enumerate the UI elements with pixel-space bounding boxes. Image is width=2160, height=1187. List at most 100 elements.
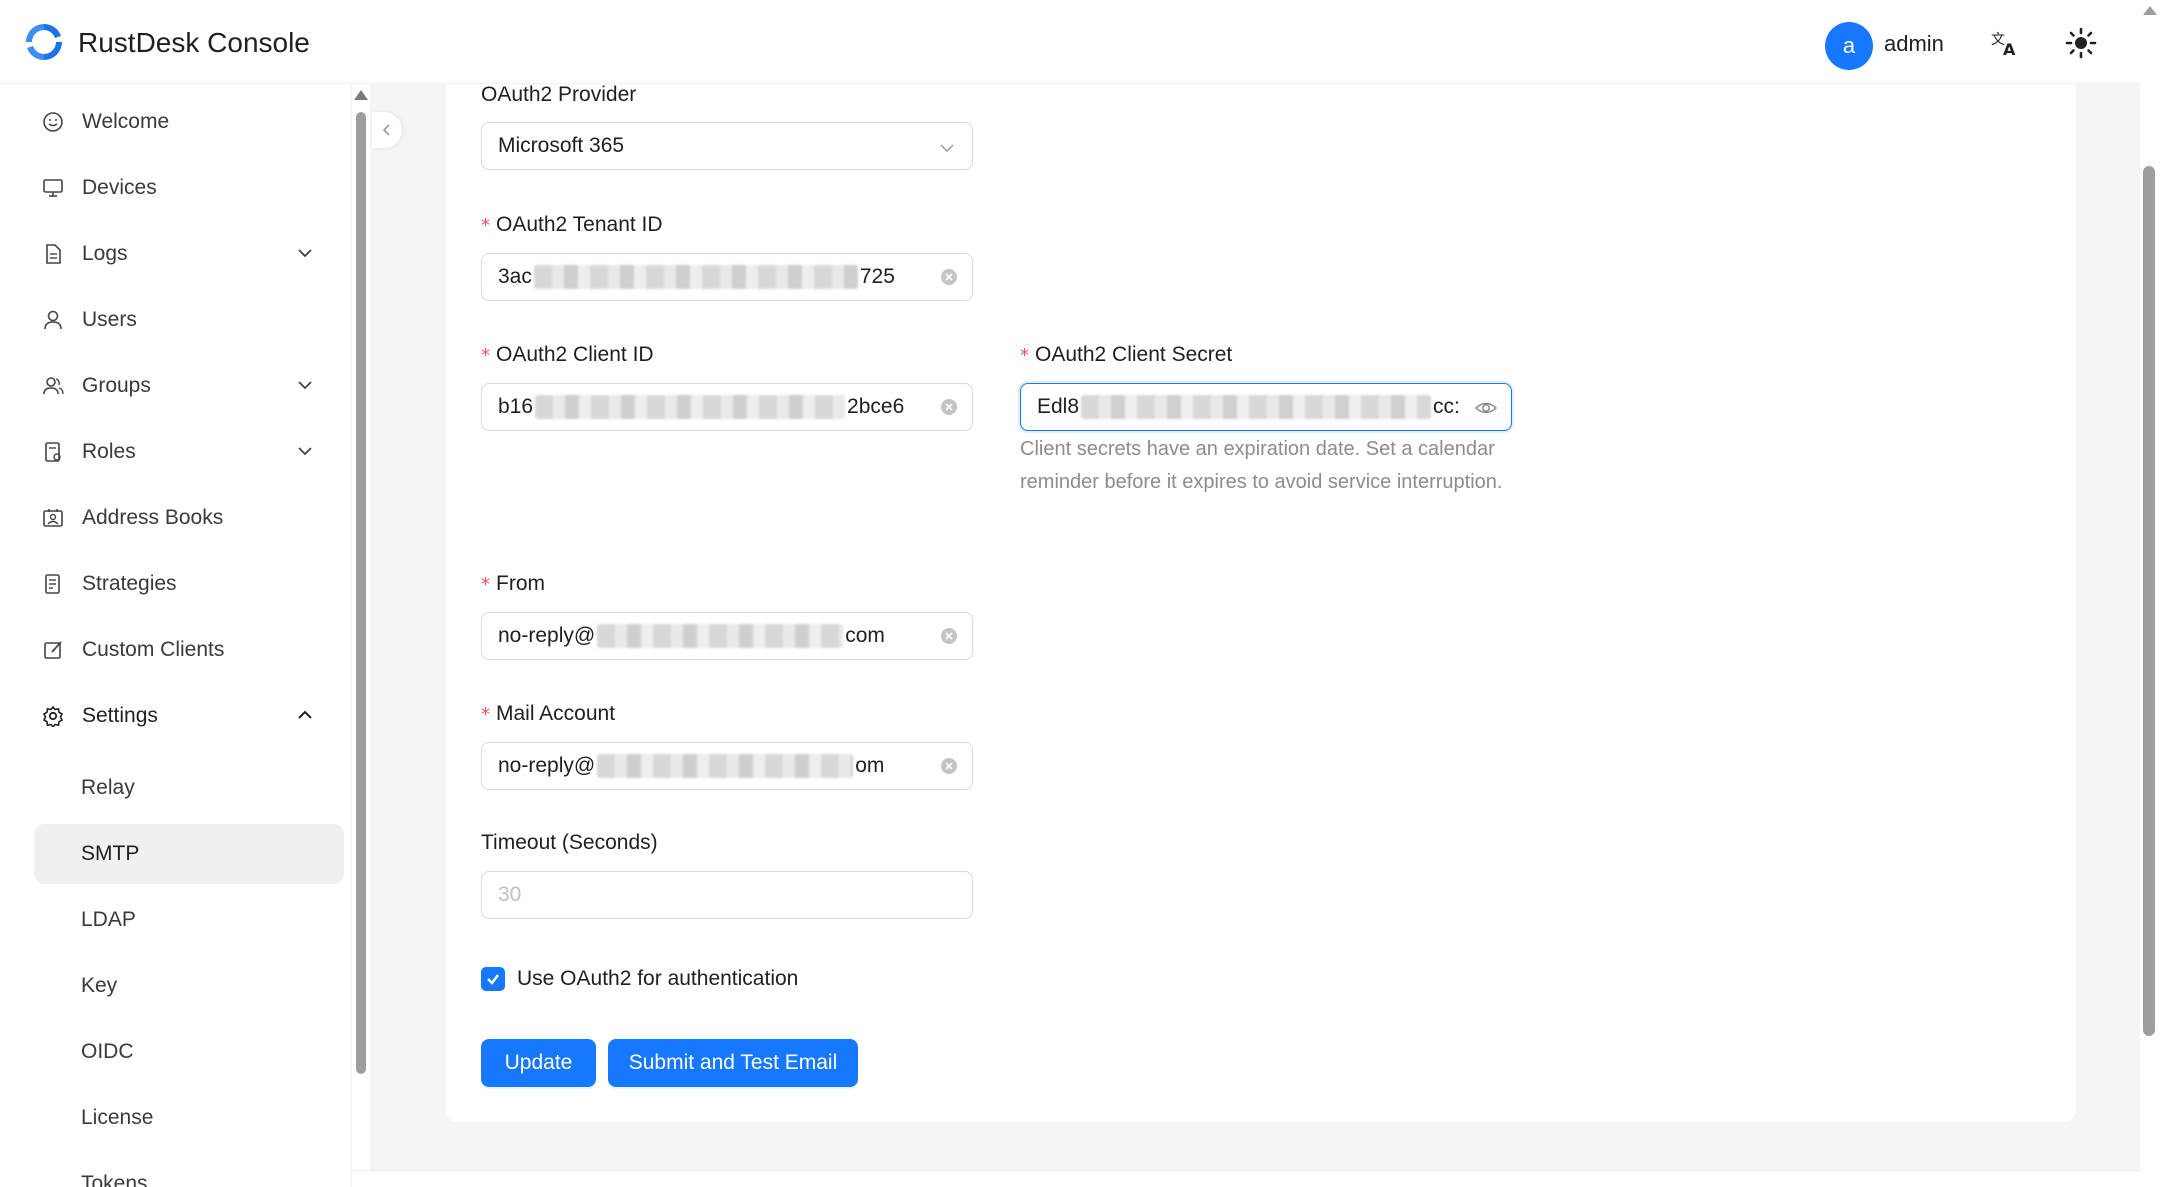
tenant-id-input[interactable]: 3ac 725: [481, 253, 973, 301]
sidebar-item-welcome[interactable]: Welcome: [34, 92, 344, 152]
top-header: RustDesk Console a admin 文 A: [0, 0, 2140, 84]
translate-icon[interactable]: 文 A: [1990, 28, 2020, 58]
edit-icon: [44, 641, 62, 659]
timeout-input[interactable]: 30: [481, 871, 973, 919]
chevron-down-icon: [298, 249, 312, 258]
from-value-start: no-reply@: [498, 624, 596, 647]
sidebar-item-label: Devices: [82, 176, 157, 199]
mail-account-value-end: om: [855, 754, 885, 777]
sidebar-collapse-button[interactable]: [372, 112, 402, 148]
chevron-down-icon: [940, 144, 954, 153]
mail-account-input[interactable]: no-reply@ om: [481, 742, 973, 790]
chevron-down-icon: [298, 381, 312, 390]
sidebar-scrollbar-thumb[interactable]: [356, 112, 366, 1074]
sidebar-item-label: Groups: [82, 374, 151, 397]
username[interactable]: admin: [1884, 31, 1944, 57]
clear-icon[interactable]: [940, 757, 958, 775]
from-value-end: com: [845, 624, 885, 647]
sidebar-item-label: Address Books: [82, 506, 224, 529]
check-icon: [487, 974, 499, 985]
sidebar-item-address-books[interactable]: Address Books: [34, 488, 344, 548]
monitor-icon: [43, 179, 63, 197]
clear-icon[interactable]: [940, 268, 958, 286]
provider-value: Microsoft 365: [498, 134, 625, 157]
sidebar-subitem-license[interactable]: License: [34, 1088, 344, 1148]
client-secret-help: Client secrets have an expiration date. …: [1020, 438, 1503, 493]
avatar[interactable]: a: [1825, 22, 1873, 70]
user-icon: [44, 310, 62, 330]
from-label: * From: [481, 572, 545, 595]
sidebar-item-settings[interactable]: Settings: [34, 686, 344, 746]
rustdesk-logo-icon: [26, 23, 62, 61]
from-input[interactable]: no-reply@ com: [481, 612, 973, 660]
use-oauth2-label[interactable]: Use OAuth2 for authentication: [517, 967, 798, 991]
submit-and-test-email-button[interactable]: Submit and Test Email: [608, 1039, 858, 1087]
sidebar-item-label: Welcome: [82, 110, 170, 133]
redacted-blur: [535, 395, 846, 419]
update-button[interactable]: Update: [481, 1039, 596, 1087]
sun-icon[interactable]: [2064, 26, 2098, 60]
sidebar-item-label: Logs: [82, 242, 128, 265]
client-secret-value-start: Edl8: [1037, 395, 1080, 418]
redacted-blur: [533, 265, 858, 289]
client-secret-input[interactable]: Edl8 cc:: [1020, 383, 1512, 431]
timeout-placeholder: 30: [498, 883, 522, 906]
sidebar: Welcome Devices Logs Users Groups Roles …: [0, 84, 352, 1187]
sidebar-item-label: Settings: [82, 704, 158, 727]
tenant-id-value-end: 725: [859, 265, 895, 288]
strategy-icon: [45, 574, 60, 594]
sidebar-subitem-smtp[interactable]: SMTP: [34, 824, 344, 884]
chevron-down-icon: [298, 447, 312, 456]
sidebar-item-groups[interactable]: Groups: [34, 356, 344, 416]
client-secret-label: * OAuth2 Client Secret: [1020, 343, 1233, 366]
chevron-left-icon: [382, 124, 390, 136]
sidebar-subitem-ldap[interactable]: LDAP: [34, 890, 344, 950]
sidebar-item-custom-clients[interactable]: Custom Clients: [34, 620, 344, 680]
tenant-id-value-start: 3ac: [498, 265, 532, 288]
redacted-blur: [597, 754, 854, 778]
app-title: RustDesk Console: [78, 27, 310, 58]
group-icon: [43, 377, 64, 395]
role-icon: [45, 442, 61, 462]
client-id-value-end: 2bce6: [847, 395, 905, 418]
sidebar-subitem-key[interactable]: Key: [34, 956, 344, 1016]
sidebar-item-users[interactable]: Users: [34, 290, 344, 350]
mail-account-value-start: no-reply@: [498, 754, 596, 777]
clear-icon[interactable]: [940, 627, 958, 645]
sidebar-item-roles[interactable]: Roles: [34, 422, 344, 482]
smile-icon: [43, 112, 63, 132]
clear-icon[interactable]: [940, 398, 958, 416]
main-scrollbar-thumb[interactable]: [2143, 166, 2155, 1036]
sidebar-scroll-up-icon[interactable]: [354, 90, 368, 100]
sidebar-subitem-oidc[interactable]: OIDC: [34, 1022, 344, 1082]
main-scroll-up-icon[interactable]: [2143, 6, 2157, 15]
sidebar-subitem-relay[interactable]: Relay: [34, 758, 344, 818]
file-icon: [46, 244, 61, 264]
mail-account-label: * Mail Account: [481, 702, 616, 725]
sidebar-item-devices[interactable]: Devices: [34, 158, 344, 218]
redacted-blur: [597, 624, 844, 648]
sidebar-item-label: Roles: [82, 440, 136, 463]
client-id-input[interactable]: b16 2bce6: [481, 383, 973, 431]
provider-label: OAuth2 Provider: [481, 83, 637, 106]
client-secret-value-end: cc:: [1433, 395, 1460, 418]
sidebar-item-logs[interactable]: Logs: [34, 224, 344, 284]
gear-icon: [42, 705, 64, 727]
sidebar-item-strategies[interactable]: Strategies: [34, 554, 344, 614]
eye-icon[interactable]: [1475, 397, 1497, 419]
content-bottom-area: [352, 1170, 2140, 1187]
timeout-label: Timeout (Seconds): [481, 831, 658, 854]
provider-select[interactable]: Microsoft 365: [481, 122, 973, 170]
client-id-value-start: b16: [498, 395, 534, 418]
tenant-id-label: * OAuth2 Tenant ID: [481, 213, 663, 236]
use-oauth2-checkbox[interactable]: [481, 967, 505, 991]
contacts-icon: [43, 509, 63, 527]
sidebar-subitem-tokens[interactable]: Tokens: [34, 1154, 344, 1187]
sidebar-item-label: Users: [82, 308, 137, 331]
sidebar-item-label: Custom Clients: [82, 638, 225, 661]
sidebar-item-label: Strategies: [82, 572, 177, 595]
chevron-up-icon: [298, 710, 312, 719]
redacted-blur: [1081, 395, 1432, 419]
client-id-label: * OAuth2 Client ID: [481, 343, 654, 366]
svg-text:A: A: [2003, 40, 2016, 58]
